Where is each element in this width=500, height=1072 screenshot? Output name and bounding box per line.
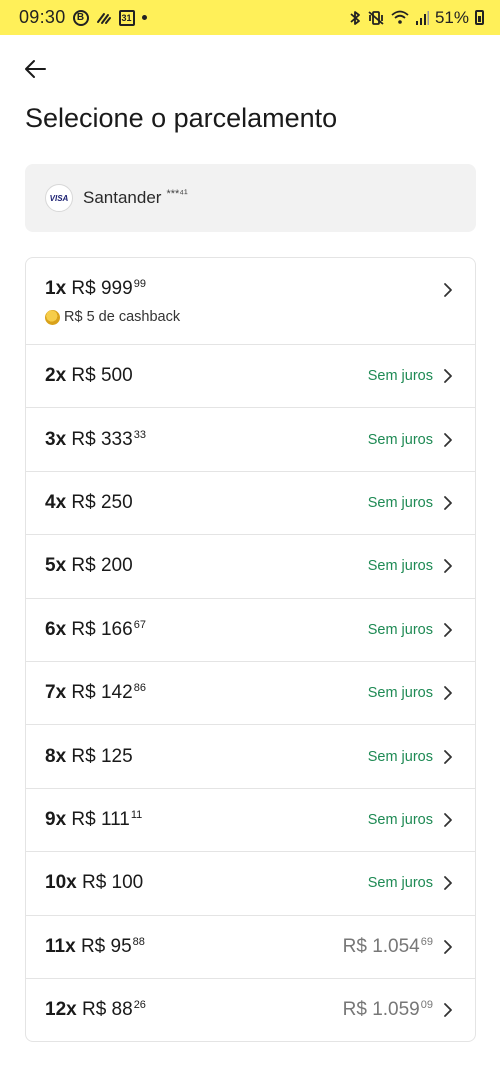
installment-count: 1x: [45, 278, 67, 299]
total-amount: R$ 1.05909: [343, 999, 433, 1021]
chevron-right-icon: [444, 432, 452, 447]
installment-amount: R$ 142: [71, 682, 133, 704]
total-amount-cents: 09: [420, 999, 433, 1012]
interest-free-label: Sem juros: [367, 368, 433, 385]
installment-count: 2x: [45, 365, 67, 387]
more-notifications-dot: [141, 15, 147, 20]
installment-option-6x[interactable]: 6x R$ 16667 Sem juros: [26, 597, 475, 661]
installment-list: 1x R$ 99999 R$ 5 de cashback 2x R$ 500 S…: [25, 257, 476, 1043]
status-time: 09:30: [19, 7, 66, 27]
status-bar: 09:30 B 31 51%: [0, 0, 500, 35]
installment-option-12x[interactable]: 12x R$ 8826 R$ 1.05909: [26, 977, 475, 1041]
installment-cents: 88: [132, 935, 145, 948]
installment-count: 9x: [45, 808, 67, 830]
installment-amount: R$ 111: [71, 808, 130, 830]
installment-count: 5x: [45, 555, 67, 577]
installment-count: 11x: [45, 935, 76, 957]
cashback-text: R$ 5 de cashback: [64, 309, 181, 325]
installment-option-3x[interactable]: 3x R$ 33333 Sem juros: [26, 407, 475, 470]
total-amount: R$ 1.05469: [343, 936, 433, 958]
installment-count: 7x: [45, 682, 67, 704]
b-notification-icon: B: [72, 9, 89, 26]
coin-icon: [45, 309, 60, 325]
installment-option-2x[interactable]: 2x R$ 500 Sem juros: [26, 344, 475, 407]
chevron-right-icon: [444, 686, 452, 701]
installment-amount: R$ 999: [71, 278, 133, 299]
arrow-left-icon: [25, 60, 46, 78]
chevron-right-icon: [444, 283, 452, 297]
visa-logo-icon: VISA: [45, 184, 73, 212]
installment-cents: 11: [130, 808, 143, 821]
installment-amount: R$ 500: [71, 365, 133, 387]
installment-count: 10x: [45, 872, 77, 894]
installment-option-1x[interactable]: 1x R$ 99999 R$ 5 de cashback: [26, 258, 475, 344]
installment-cents: 99: [133, 278, 146, 290]
interest-free-label: Sem juros: [367, 748, 433, 765]
installment-option-9x[interactable]: 9x R$ 11111 Sem juros: [26, 787, 475, 851]
chevron-right-icon: [444, 496, 452, 510]
installment-amount: R$ 125: [71, 745, 133, 767]
page-title: Selecione o parcelamento: [25, 103, 338, 133]
installment-count: 6x: [45, 618, 67, 640]
installment-option-11x[interactable]: 11x R$ 9588 R$ 1.05469: [26, 914, 475, 978]
installment-option-4x[interactable]: 4x R$ 250 Sem juros: [26, 470, 475, 534]
installment-count: 8x: [45, 745, 67, 767]
installment-count: 4x: [45, 491, 67, 513]
interest-free-label: Sem juros: [367, 494, 433, 511]
installment-amount: R$ 200: [71, 555, 133, 577]
installment-amount: R$ 250: [71, 491, 133, 513]
battery-percent: 51%: [434, 7, 469, 27]
calendar-icon: 31: [118, 9, 135, 26]
installment-option-8x[interactable]: 8x R$ 125 Sem juros: [26, 724, 475, 787]
battery-icon: [475, 10, 484, 25]
total-amount-cents: 69: [420, 935, 433, 948]
chevron-right-icon: [444, 939, 452, 954]
interest-free-label: Sem juros: [367, 811, 433, 828]
cashback-info: R$ 5 de cashback: [45, 309, 180, 325]
installment-amount: R$ 88: [81, 999, 133, 1021]
installment-cents: 26: [133, 999, 146, 1012]
installment-amount: R$ 166: [71, 618, 133, 640]
chevron-right-icon: [444, 813, 452, 827]
interest-free-label: Sem juros: [367, 685, 433, 702]
bluetooth-icon: [350, 10, 360, 25]
selected-card[interactable]: VISA Santander ***⁴¹: [25, 164, 476, 232]
installment-cents: 67: [133, 618, 146, 631]
interest-free-label: Sem juros: [367, 875, 433, 892]
card-name: Santander: [83, 188, 162, 207]
total-amount-value: R$ 1.059: [342, 999, 420, 1021]
card-number-mask: ***⁴¹: [166, 188, 188, 200]
chevron-right-icon: [444, 749, 452, 764]
installment-cents: 33: [133, 428, 146, 441]
interest-free-label: Sem juros: [367, 621, 433, 638]
interest-free-label: Sem juros: [367, 558, 433, 575]
wind-notification-icon: [96, 12, 111, 24]
interest-free-label: Sem juros: [367, 431, 433, 448]
installment-count: 12x: [45, 999, 77, 1021]
signal-icon: [415, 11, 429, 25]
installment-amount: R$ 95: [80, 935, 132, 957]
total-amount-value: R$ 1.054: [342, 935, 420, 957]
installment-amount: R$ 333: [71, 428, 133, 450]
chevron-right-icon: [444, 369, 452, 384]
installment-option-10x[interactable]: 10x R$ 100 Sem juros: [26, 851, 475, 914]
installment-amount: R$ 100: [81, 872, 144, 894]
installment-option-5x[interactable]: 5x R$ 200 Sem juros: [26, 534, 475, 597]
wifi-icon: [391, 10, 409, 24]
chevron-right-icon: [444, 876, 452, 891]
chevron-right-icon: [444, 559, 452, 574]
back-button[interactable]: [22, 56, 48, 82]
installment-count: 3x: [45, 428, 67, 450]
vibrate-mute-icon: [368, 10, 384, 25]
installment-option-7x[interactable]: 7x R$ 14286 Sem juros: [26, 660, 475, 724]
chevron-right-icon: [444, 1003, 452, 1017]
chevron-right-icon: [444, 622, 452, 637]
installment-cents: 86: [133, 682, 146, 695]
